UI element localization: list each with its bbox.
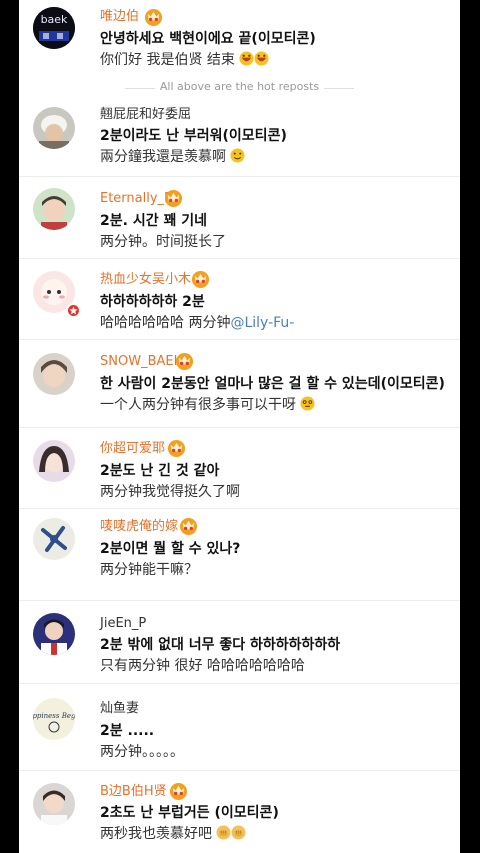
comment-translation: 两分钟我觉得挺久了啊 (100, 483, 240, 501)
comment-translation: 哈哈哈哈哈哈 两分钟@Lily-Fu- (100, 314, 294, 332)
comment-username[interactable]: 热血少女吴小木 (100, 272, 191, 288)
comment-korean-text: 2초도 난 부럽거든 (이모티콘) (100, 805, 279, 821)
comment-korean-text: 2분이면 뭘 할 수 있나? (100, 541, 241, 557)
comment-translation: 只有两分钟 很好 哈哈哈哈哈哈哈 (100, 657, 305, 675)
comment-korean-text: 한 사람이 2분동안 얼마나 많은 걸 할 수 있는데(이모티콘) (100, 376, 445, 392)
avatar[interactable] (33, 188, 75, 230)
translation-text: 哈哈哈哈哈哈 两分钟 (100, 315, 231, 331)
hot-reposts-divider: All above are the hot reposts (159, 80, 320, 93)
avatar-logo-text: baek (41, 13, 68, 26)
comment-username[interactable]: Eternally_B (100, 191, 173, 207)
avatar[interactable] (33, 518, 75, 560)
translation-text: 只有两分钟 很好 哈哈哈哈哈哈哈 (100, 658, 305, 674)
crown-icon (179, 517, 198, 536)
avatar-image (33, 188, 75, 230)
translation-text: 兩分鐘我還是羡慕啊 (100, 149, 226, 165)
avatar-image: baek (33, 7, 75, 49)
comment-korean-text: 2분 밖에 없대 너무 좋다 하하하하하하하 (100, 637, 341, 653)
comment-username[interactable]: 唛唛虎俺的嫁 (100, 519, 178, 535)
avatar-logo-text: Happiness Begins (33, 712, 75, 720)
translation-text: 两秒我也羡慕好吧 (100, 826, 212, 842)
crown-icon (191, 270, 210, 289)
smile-emoji-icon (230, 148, 245, 163)
crown-icon (169, 782, 188, 801)
avatar[interactable]: baek (33, 7, 75, 49)
translation-text: 一个人两分钟有很多事可以干呀 (100, 397, 296, 413)
verified-badge (66, 303, 81, 318)
comment-item: Happiness Begins 灿鱼妻 2분 ..... 两分钟。。。。。 (19, 684, 460, 771)
comment-item: Eternally_B 2분. 시간 꽤 기네 两分钟。时间挺长了 (19, 177, 460, 259)
comment-translation: 兩分鐘我還是羡慕啊 (100, 148, 245, 166)
comment-translation: 两分钟。。。。。 (100, 743, 184, 761)
comment-item: 翹屁屁和好委屈 2분이라도 난 부러워(이모티콘) 兩分鐘我還是羡慕啊 (19, 96, 460, 177)
translation-text: 两分钟。。。。。 (100, 744, 184, 760)
comment-korean-text: 2분. 시간 꽤 기네 (100, 213, 207, 229)
avatar-image (33, 518, 75, 560)
avatar[interactable] (33, 613, 75, 655)
comment-panel: baek 唯边伯 안녕하세요 백현이에요 끝(이모티콘) 你们好 我是伯贤 结束… (19, 0, 460, 853)
comment-username[interactable]: 唯边伯 (100, 9, 139, 25)
crown-icon (144, 8, 163, 27)
star-icon (69, 306, 78, 315)
translation-text: 两分钟我觉得挺久了啊 (100, 484, 240, 500)
translation-text: 两分钟。时间挺长了 (100, 234, 226, 250)
fist-emoji-icon (231, 825, 246, 840)
avatar[interactable] (33, 440, 75, 482)
laugh-emoji-icon (254, 51, 269, 66)
avatar-image (33, 783, 75, 825)
comment-translation: 两秒我也羡慕好吧 (100, 825, 246, 843)
comment-item: 唛唛虎俺的嫁 2분이면 뭘 할 수 있나? 两分钟能干嘛？ (19, 509, 460, 601)
comment-translation: 一个人两分钟有很多事可以干呀 (100, 396, 315, 414)
comment-korean-text: 2분이라도 난 부러워(이모티콘) (100, 128, 287, 144)
avatar-image (33, 353, 75, 395)
comment-translation: 你们好 我是伯贤 结束 (100, 51, 269, 69)
avatar-image: Happiness Begins (33, 698, 75, 740)
comment-username[interactable]: 翹屁屁和好委屈 (100, 107, 191, 123)
crown-icon (175, 352, 194, 371)
comment-translation: 两分钟。时间挺长了 (100, 233, 226, 251)
comment-translation: 两分钟能干嘛？ (100, 561, 198, 579)
crown-icon (167, 439, 186, 458)
avatar-image (33, 440, 75, 482)
comment-korean-text: 2분도 난 긴 것 같아 (100, 463, 220, 479)
comment-item: 你超可爱耶 2분도 난 긴 것 같아 两分钟我觉得挺久了啊 (19, 428, 460, 509)
crown-icon (164, 189, 183, 208)
avatar[interactable] (33, 783, 75, 825)
avatar-image (33, 613, 75, 655)
comment-item: 热血少女吴小木 하하하하하하 2분 哈哈哈哈哈哈 两分钟@Lily-Fu- (19, 259, 460, 340)
divider-line (324, 88, 354, 89)
translation-text: 两分钟能干嘛？ (100, 562, 198, 578)
fist-emoji-icon (216, 825, 231, 840)
comment-username[interactable]: B边B伯H贤 (100, 784, 167, 800)
avatar[interactable]: Happiness Begins (33, 698, 75, 740)
comment-username[interactable]: JieEn_P (100, 616, 146, 632)
comment-item: SNOW_BAEK 한 사람이 2분동안 얼마나 많은 걸 할 수 있는데(이모… (19, 340, 460, 428)
dizzy-emoji-icon (300, 396, 315, 411)
comment-korean-text: 안녕하세요 백현이에요 끝(이모티콘) (100, 31, 316, 47)
translation-text: 你们好 我是伯贤 结束 (100, 52, 235, 68)
comment-korean-text: 2분 ..... (100, 723, 155, 739)
avatar[interactable] (33, 107, 75, 149)
comment-username[interactable]: 灿鱼妻 (100, 701, 139, 717)
comment-username[interactable]: 你超可爱耶 (100, 441, 165, 457)
comment-item: JieEn_P 2분 밖에 없대 너무 좋다 하하하하하하하 只有两分钟 很好 … (19, 601, 460, 684)
avatar-image (33, 107, 75, 149)
comment-item: baek 唯边伯 안녕하세요 백현이에요 끝(이모티콘) 你们好 我是伯贤 结束 (19, 0, 460, 80)
comment-item: B边B伯H贤 2초도 난 부럽거든 (이모티콘) 两秒我也羡慕好吧 (19, 771, 460, 853)
mention-link[interactable]: @Lily-Fu- (230, 315, 294, 331)
comment-username[interactable]: SNOW_BAEK (100, 354, 182, 370)
avatar[interactable] (33, 353, 75, 395)
laugh-emoji-icon (239, 51, 254, 66)
comment-korean-text: 하하하하하하 2분 (100, 294, 205, 310)
